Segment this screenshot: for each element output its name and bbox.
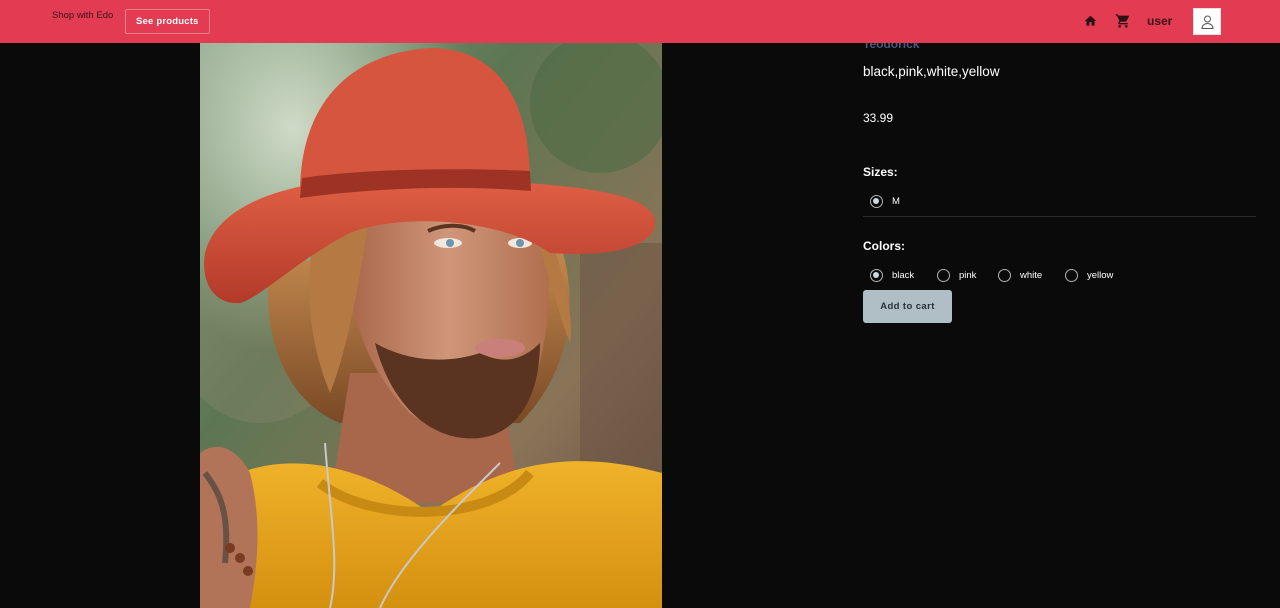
color-option-pink[interactable]: pink <box>937 269 976 282</box>
product-image <box>200 43 662 608</box>
radio-unchecked-icon[interactable] <box>1065 269 1078 282</box>
color-option-black[interactable]: black <box>870 269 914 282</box>
brand-link[interactable]: Shop with Edo <box>52 10 113 21</box>
product-price: 33.99 <box>863 111 894 125</box>
color-option-label: black <box>892 270 915 281</box>
account-button[interactable] <box>1193 8 1221 35</box>
user-icon <box>1201 15 1214 29</box>
sizes-heading: Sizes: <box>863 165 898 179</box>
radio-checked-icon[interactable] <box>870 269 883 282</box>
radio-unchecked-icon[interactable] <box>937 269 950 282</box>
user-link[interactable]: user <box>1147 14 1172 28</box>
home-icon[interactable] <box>1083 14 1098 28</box>
size-option-m[interactable]: M <box>870 195 900 208</box>
color-option-label: pink <box>959 270 977 281</box>
see-products-button[interactable]: See products <box>125 9 210 34</box>
color-option-yellow[interactable]: yellow <box>1065 269 1113 282</box>
radio-unchecked-icon[interactable] <box>998 269 1011 282</box>
color-option-white[interactable]: white <box>998 269 1042 282</box>
color-option-label: white <box>1020 270 1043 281</box>
colors-heading: Colors: <box>863 239 905 253</box>
color-option-label: yellow <box>1087 270 1114 281</box>
top-navbar: Shop with Edo See products user <box>0 0 1280 43</box>
add-to-cart-button[interactable]: Add to cart <box>863 290 952 323</box>
size-option-label: M <box>892 196 900 207</box>
cart-icon[interactable] <box>1115 13 1131 29</box>
radio-checked-icon[interactable] <box>870 195 883 208</box>
product-colors-text: black,pink,white,yellow <box>863 64 1000 79</box>
sizes-divider <box>863 216 1256 217</box>
